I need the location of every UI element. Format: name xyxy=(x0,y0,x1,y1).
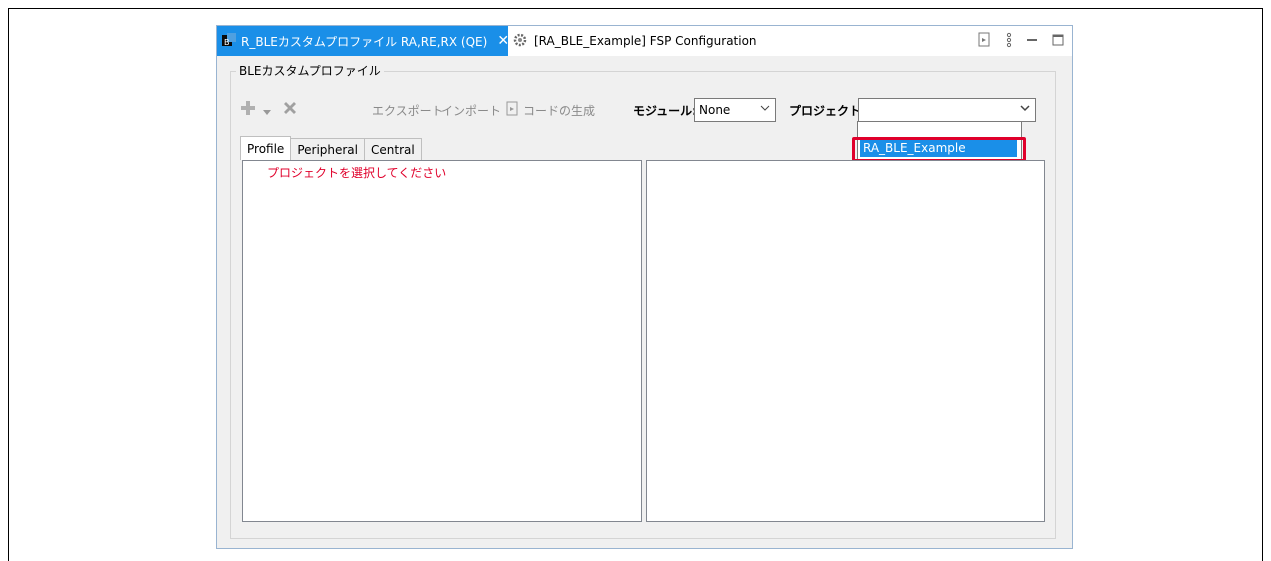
maximize-icon[interactable] xyxy=(1052,34,1064,49)
module-select[interactable]: None xyxy=(694,98,776,122)
highlight-annotation xyxy=(852,137,1026,162)
close-icon[interactable]: ✕ xyxy=(497,33,509,49)
tab-fsp-configuration[interactable]: [RA_BLE_Example] FSP Configuration xyxy=(512,26,757,56)
tab-label: [RA_BLE_Example] FSP Configuration xyxy=(534,34,757,48)
svg-text:B: B xyxy=(224,38,230,47)
chevron-down-icon[interactable] xyxy=(262,102,272,121)
group-title: BLEカスタムプロファイル xyxy=(236,62,384,79)
tab-central[interactable]: Central xyxy=(364,138,422,160)
window-controls xyxy=(978,32,1064,51)
generate-code-icon xyxy=(506,101,520,121)
profile-tabs: Profile Peripheral Central xyxy=(240,136,422,160)
export-button[interactable]: エクスポート xyxy=(372,102,444,119)
toolbar: エクスポート インポート コードの生成 モジュール: None プロジェクト: xyxy=(234,98,1054,122)
profile-tree-panel[interactable]: プロジェクトを選択してください xyxy=(242,160,642,522)
select-project-message: プロジェクトを選択してください xyxy=(267,166,447,180)
chevron-down-icon xyxy=(1020,103,1030,116)
module-label: モジュール: xyxy=(633,104,697,118)
tab-label: R_BLEカスタムプロファイル RA,RE,RX (QE) xyxy=(241,34,488,49)
tab-profile[interactable]: Profile xyxy=(240,136,292,160)
delete-icon[interactable] xyxy=(282,100,298,120)
gear-icon xyxy=(512,32,528,51)
add-icon[interactable] xyxy=(240,100,256,120)
ble-profile-icon: B xyxy=(221,32,237,51)
tab-peripheral[interactable]: Peripheral xyxy=(290,138,365,160)
project-label: プロジェクト: xyxy=(789,104,866,118)
minimize-icon[interactable] xyxy=(1026,34,1038,49)
module-select-value: None xyxy=(699,103,731,117)
chevron-down-icon xyxy=(760,103,770,116)
more-icon[interactable] xyxy=(1006,32,1012,51)
project-select[interactable] xyxy=(858,98,1036,122)
view-menu-icon[interactable] xyxy=(978,32,992,51)
editor-tab-bar: B R_BLEカスタムプロファイル RA,RE,RX (QE) ✕ [RA_BL… xyxy=(217,26,1072,56)
import-button[interactable]: インポート xyxy=(441,102,501,119)
detail-panel[interactable] xyxy=(646,160,1045,522)
tab-ble-custom-profile[interactable]: B R_BLEカスタムプロファイル RA,RE,RX (QE) ✕ xyxy=(217,26,509,56)
generate-code-button[interactable]: コードの生成 xyxy=(523,102,595,119)
